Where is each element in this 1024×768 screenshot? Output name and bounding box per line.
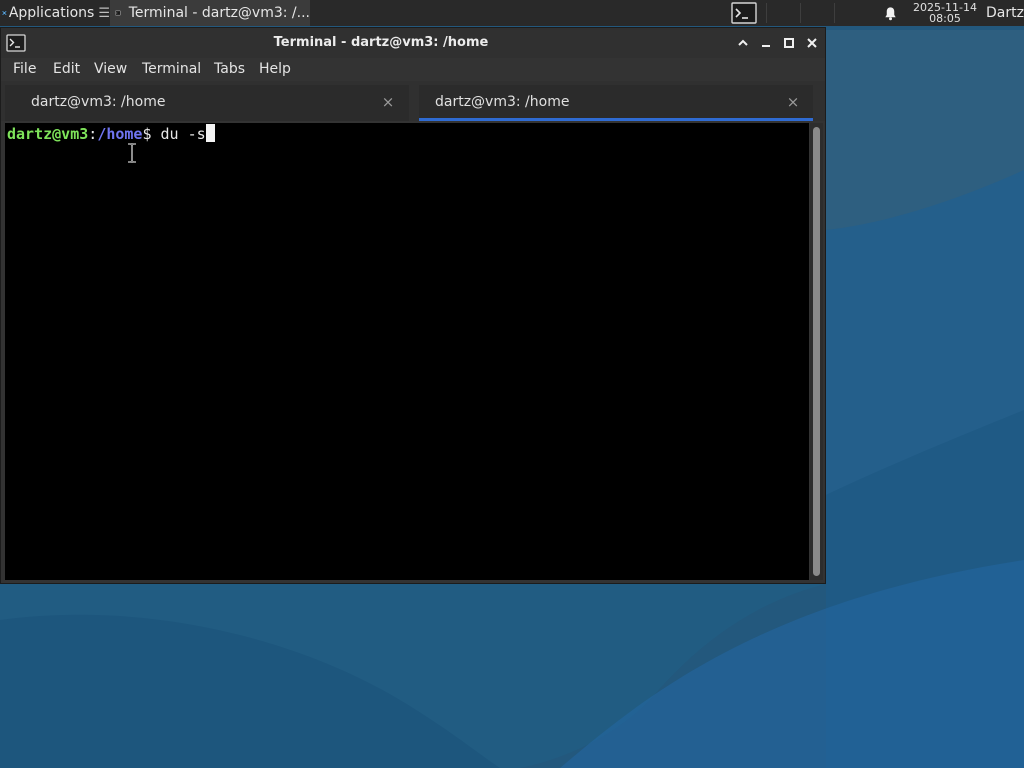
close-icon bbox=[807, 38, 817, 48]
menu-edit[interactable]: Edit bbox=[53, 58, 80, 80]
command-input[interactable]: du -s bbox=[161, 125, 206, 143]
prompt-path: /home bbox=[97, 125, 143, 143]
terminal-window: Terminal - dartz@vm3: /home File Edit Vi… bbox=[0, 27, 826, 584]
notifications-button[interactable] bbox=[878, 0, 902, 26]
terminal-icon bbox=[731, 2, 757, 24]
menu-help[interactable]: Help bbox=[259, 58, 291, 80]
menu-bar: File Edit View Terminal Tabs Help bbox=[1, 58, 825, 80]
clock-time: 08:05 bbox=[929, 12, 961, 25]
text-cursor bbox=[205, 124, 215, 142]
taskbar-terminal-label: Terminal - dartz@vm3: /... bbox=[128, 5, 310, 21]
tab-close-button[interactable]: × bbox=[380, 85, 396, 119]
xfce-logo-icon bbox=[2, 10, 7, 16]
prompt-user: dartz@vm3 bbox=[7, 125, 89, 143]
maximize-button[interactable] bbox=[779, 33, 799, 53]
shade-button[interactable] bbox=[733, 33, 753, 53]
tab-close-button[interactable]: × bbox=[785, 85, 801, 119]
terminal-icon bbox=[115, 10, 121, 16]
scrollbar-thumb[interactable] bbox=[813, 127, 820, 576]
menu-view[interactable]: View bbox=[94, 58, 127, 80]
user-name: Dartz bbox=[986, 5, 1024, 21]
menu-terminal[interactable]: Terminal bbox=[142, 58, 201, 80]
panel-separator bbox=[834, 3, 835, 23]
window-title: Terminal - dartz@vm3: /home bbox=[273, 35, 489, 50]
panel-separator bbox=[766, 3, 767, 23]
user-menu[interactable]: Dartz bbox=[986, 0, 1024, 26]
terminal-scrollbar[interactable] bbox=[810, 123, 823, 580]
bell-icon bbox=[884, 6, 896, 20]
close-button[interactable] bbox=[802, 33, 822, 53]
maximize-icon bbox=[784, 38, 794, 48]
minimize-button[interactable] bbox=[756, 33, 776, 53]
prompt-line: dartz@vm3:/home$ du -s bbox=[7, 124, 215, 144]
prompt-colon: : bbox=[88, 125, 98, 143]
chevron-up-icon bbox=[738, 39, 748, 46]
menu-file[interactable]: File bbox=[13, 58, 36, 80]
tab-home-2-active[interactable]: dartz@vm3: /home × bbox=[419, 85, 813, 121]
terminal-output[interactable]: dartz@vm3:/home$ du -s bbox=[5, 123, 809, 580]
applications-more-icon: ☰ bbox=[98, 5, 110, 21]
panel-separator bbox=[800, 3, 801, 23]
desktop: Applications ☰ Terminal - dartz@vm3: /..… bbox=[0, 0, 1024, 768]
tray-terminal-launcher[interactable] bbox=[728, 0, 760, 26]
i-beam-cursor-icon bbox=[128, 143, 136, 163]
prompt-dollar: $ bbox=[142, 125, 152, 143]
clock[interactable]: 2025-11-14 08:05 bbox=[908, 0, 982, 26]
taskbar-terminal-button[interactable]: Terminal - dartz@vm3: /... bbox=[110, 0, 310, 26]
tab-bar: dartz@vm3: /home × dartz@vm3: /home × bbox=[1, 81, 825, 121]
applications-menu[interactable]: Applications ☰ bbox=[0, 0, 110, 26]
tab-home-1[interactable]: dartz@vm3: /home × bbox=[5, 85, 409, 121]
tab-label: dartz@vm3: /home bbox=[435, 94, 570, 110]
top-panel: Applications ☰ Terminal - dartz@vm3: /..… bbox=[0, 0, 1024, 26]
tab-label: dartz@vm3: /home bbox=[31, 94, 166, 110]
applications-label: Applications bbox=[8, 5, 95, 21]
window-titlebar[interactable]: Terminal - dartz@vm3: /home bbox=[1, 28, 825, 58]
minimize-icon bbox=[762, 45, 770, 47]
menu-tabs[interactable]: Tabs bbox=[214, 58, 245, 80]
